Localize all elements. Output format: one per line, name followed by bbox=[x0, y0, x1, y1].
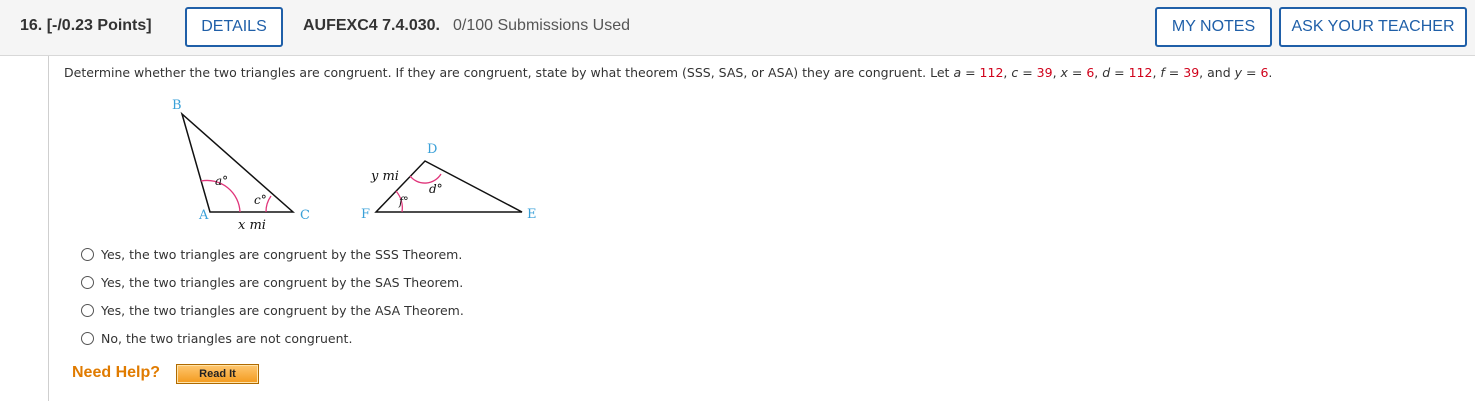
vertex-e-label: E bbox=[527, 207, 537, 222]
prompt-text: Determine whether the two triangles are … bbox=[64, 65, 950, 80]
submissions-used: 0/100 Submissions Used bbox=[453, 17, 630, 34]
need-help-label: Need Help? bbox=[72, 364, 161, 381]
var-x-value: 6 bbox=[1086, 65, 1095, 80]
and-word: and bbox=[1207, 65, 1231, 80]
vertex-b-label: B bbox=[172, 98, 182, 113]
triangle-abc bbox=[180, 111, 295, 213]
var-f-name: f bbox=[1160, 65, 1165, 80]
angle-a-label: a° bbox=[215, 174, 228, 188]
var-f-value: 39 bbox=[1183, 65, 1200, 80]
radio-button[interactable] bbox=[81, 331, 94, 345]
ask-your-teacher-button[interactable]: ASK YOUR TEACHER bbox=[1279, 7, 1467, 47]
angle-c-label: c° bbox=[254, 193, 267, 207]
var-c-name: c bbox=[1011, 65, 1019, 80]
question-header: 16. [-/0.23 Points] DETAILS AUFEXC4 7.4.… bbox=[0, 0, 1475, 56]
angle-f-label: f° bbox=[398, 195, 409, 208]
choice-label: Yes, the two triangles are congruent by … bbox=[101, 274, 464, 290]
angle-d-label: d° bbox=[429, 182, 443, 196]
var-x-name: x bbox=[1060, 65, 1068, 80]
var-y-value: 6 bbox=[1260, 65, 1269, 80]
radio-button[interactable] bbox=[81, 275, 94, 289]
var-c-value: 39 bbox=[1036, 65, 1053, 80]
side-y-label: y mi bbox=[370, 169, 399, 184]
radio-button[interactable] bbox=[81, 303, 94, 317]
vertex-d-label: D bbox=[427, 142, 437, 157]
angle-c-arc bbox=[265, 195, 272, 213]
var-d-value: 112 bbox=[1128, 65, 1153, 80]
side-x-label: x mi bbox=[238, 218, 266, 233]
question-points: [-/0.23 Points] bbox=[46, 17, 152, 34]
var-d-name: d bbox=[1102, 65, 1111, 80]
triangles-figure: B A C a° c° x mi D F E d° f° y mi bbox=[172, 98, 537, 233]
choice-not-congruent[interactable]: No, the two triangles are not congruent. bbox=[81, 324, 464, 352]
var-a-name: a bbox=[953, 65, 962, 80]
choice-sss[interactable]: Yes, the two triangles are congruent by … bbox=[81, 240, 464, 268]
choice-label: Yes, the two triangles are congruent by … bbox=[101, 246, 463, 262]
choice-asa[interactable]: Yes, the two triangles are congruent by … bbox=[81, 296, 464, 324]
my-notes-button[interactable]: MY NOTES bbox=[1155, 7, 1272, 47]
read-it-button[interactable]: Read It bbox=[176, 364, 259, 384]
answer-choices: Yes, the two triangles are congruent by … bbox=[81, 240, 464, 352]
assignment-code: AUFEXC4 7.4.030. bbox=[303, 17, 440, 34]
details-button[interactable]: DETAILS bbox=[185, 7, 283, 47]
question-number: 16. bbox=[20, 17, 43, 34]
vertex-a-label: A bbox=[198, 208, 209, 223]
choice-sas[interactable]: Yes, the two triangles are congruent by … bbox=[81, 268, 464, 296]
var-y-name: y bbox=[1234, 65, 1243, 80]
question-number-points: 16. [-/0.23 Points] bbox=[20, 17, 152, 35]
choice-label: No, the two triangles are not congruent. bbox=[101, 330, 353, 346]
vertex-c-label: C bbox=[300, 208, 310, 223]
left-border-rule bbox=[48, 56, 49, 401]
var-a-value: 112 bbox=[979, 65, 1004, 80]
vertex-f-label: F bbox=[361, 207, 370, 222]
radio-button[interactable] bbox=[81, 247, 94, 261]
choice-label: Yes, the two triangles are congruent by … bbox=[101, 302, 464, 318]
question-prompt: Determine whether the two triangles are … bbox=[64, 65, 1273, 80]
